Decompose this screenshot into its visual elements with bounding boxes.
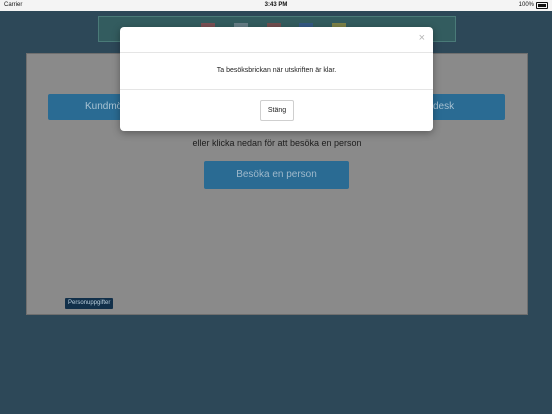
clock: 3:43 PM <box>264 2 288 8</box>
print-done-dialog: × Ta besöksbrickan när utskriften är kla… <box>120 27 433 131</box>
battery-icon <box>536 2 548 9</box>
dialog-message: Ta besöksbrickan när utskriften är klar. <box>216 67 337 74</box>
dialog-footer: Stäng <box>120 89 433 132</box>
dialog-header: × <box>120 27 433 53</box>
close-button[interactable]: Stäng <box>260 100 294 121</box>
battery-percent: 100% <box>518 2 534 8</box>
instruction-text: eller klicka nedan för att besöka en per… <box>192 138 362 148</box>
visit-person-button[interactable]: Besöka en person <box>204 161 349 189</box>
close-icon[interactable]: × <box>419 33 425 44</box>
status-bar: Carrier 3:43 PM 100% <box>0 0 552 11</box>
battery-indicator: 100% <box>519 0 548 11</box>
personal-info-button[interactable]: Personuppgifter <box>65 298 114 309</box>
